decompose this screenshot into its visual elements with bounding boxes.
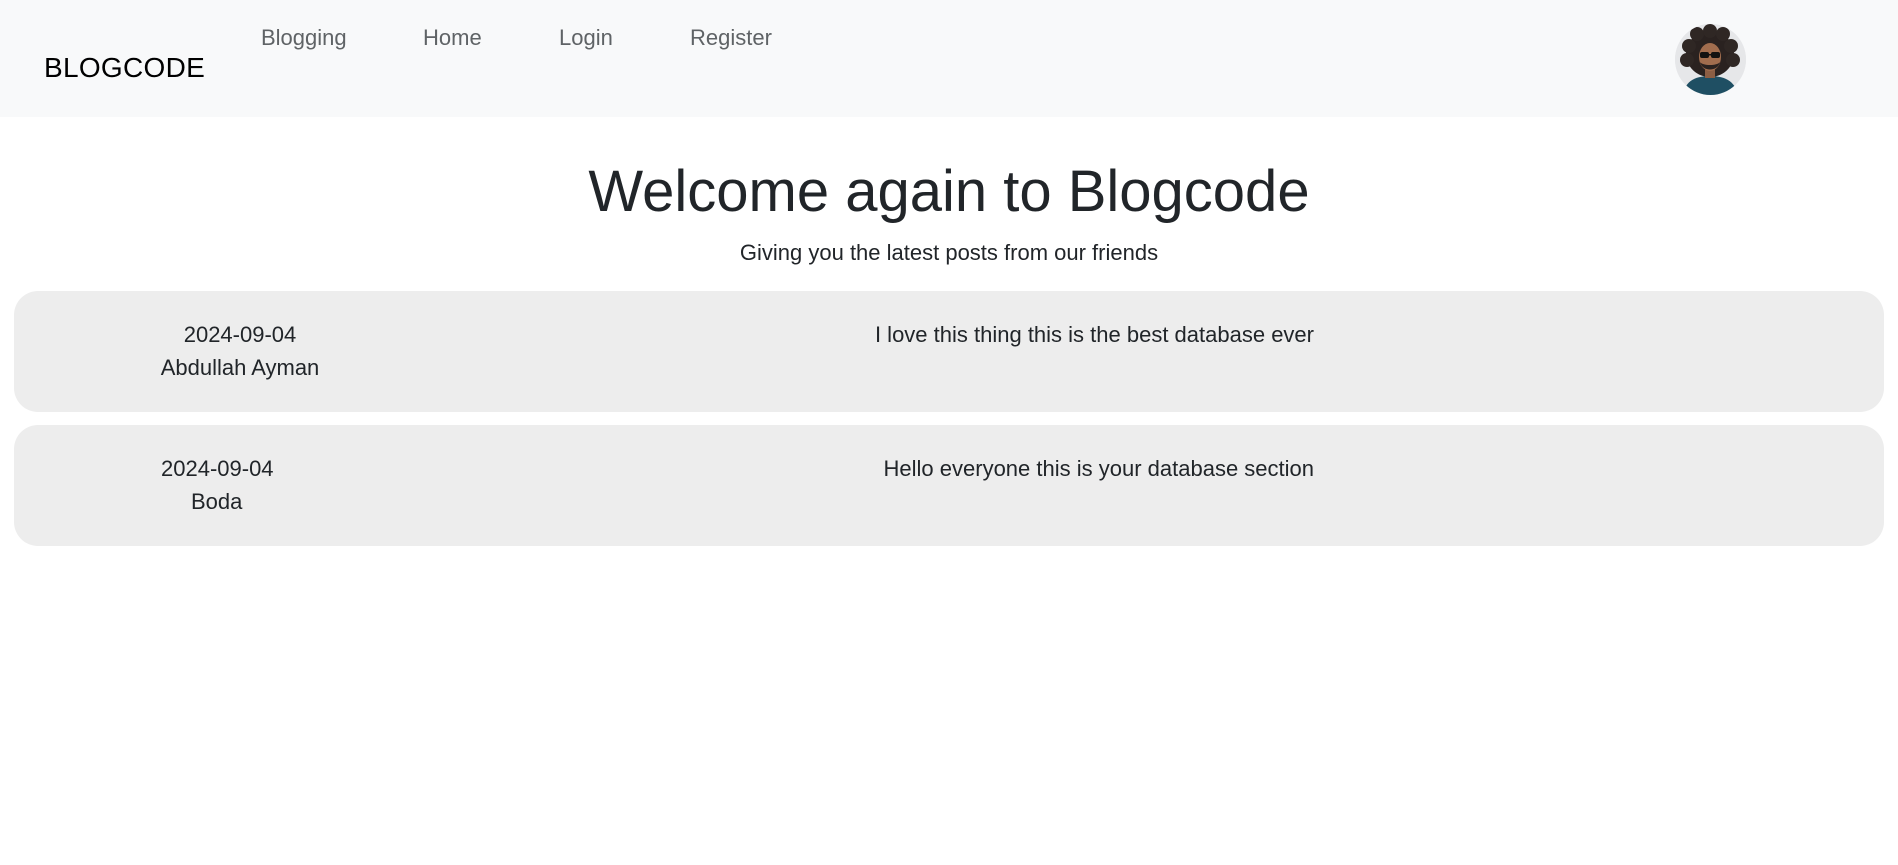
post-author: Abdullah Ayman — [160, 355, 320, 380]
navbar: BLOGCODE Blogging Home Login Register — [0, 0, 1898, 117]
post-card: 2024-09-04 Abdullah Ayman I love this th… — [14, 291, 1884, 412]
nav-link-register[interactable]: Register — [690, 25, 772, 51]
post-content: I love this thing this is the best datab… — [874, 322, 1314, 347]
nav-link-blogging[interactable]: Blogging — [261, 25, 347, 51]
brand-logo[interactable]: BLOGCODE — [44, 52, 205, 84]
post-date: 2024-09-04 — [183, 322, 297, 347]
post-content: Hello everyone this is your database sec… — [883, 456, 1314, 481]
post-meta: 2024-09-04 Boda — [60, 452, 372, 518]
page-title: Welcome again to Blogcode — [588, 159, 1310, 224]
nav-link-home[interactable]: Home — [423, 25, 482, 51]
user-avatar-icon[interactable] — [1675, 24, 1746, 95]
avatar-portrait-icon — [1675, 24, 1746, 95]
nav-link-login[interactable]: Login — [559, 25, 613, 51]
post-card: 2024-09-04 Boda Hello everyone this is y… — [14, 425, 1884, 546]
post-date: 2024-09-04 — [161, 456, 274, 481]
post-author: Boda — [191, 489, 243, 514]
page-subtitle: Giving you the latest posts from our fri… — [739, 240, 1159, 265]
post-meta: 2024-09-04 Abdullah Ayman — [114, 318, 366, 384]
